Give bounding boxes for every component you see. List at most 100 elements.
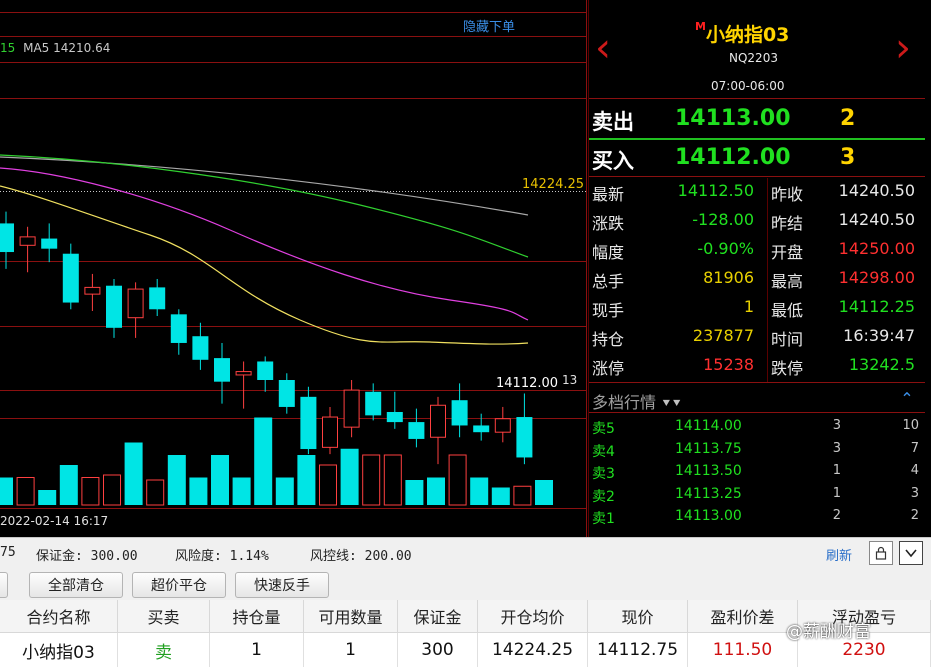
quote-stat-label: 开盘 — [771, 243, 804, 262]
table-header[interactable]: 开仓均价 — [478, 600, 588, 633]
depth-row[interactable]: 卖5 14114.00 3 10 — [589, 418, 925, 440]
risk-line-info: 风控线: 200.00 — [310, 549, 412, 564]
volume-bar — [189, 477, 208, 505]
depth-title: 多档行情 ⯆⯆ — [592, 389, 682, 413]
trading-session: 07:00-06:00 — [711, 79, 785, 93]
quote-stat-label: 现手 — [592, 301, 625, 320]
quote-stat-label: 时间 — [771, 330, 804, 349]
candle-body — [127, 288, 144, 319]
depth-price: 14113.50 — [675, 463, 742, 479]
candle-body — [170, 314, 187, 343]
volume-bar — [319, 464, 337, 506]
depth-volume: 1 — [832, 485, 841, 501]
quote-stat-value: 1 — [743, 297, 754, 316]
buy-label: 买入 — [592, 149, 634, 173]
table-cell[interactable]: 卖 — [118, 633, 210, 667]
candle-body — [84, 286, 101, 295]
table-header[interactable]: 合约名称 — [0, 600, 118, 633]
volume-bar — [16, 477, 35, 506]
quote-stat-value: 14298.00 — [838, 268, 915, 287]
volume-bar — [275, 477, 294, 505]
partial-button[interactable] — [0, 572, 8, 598]
depth-row[interactable]: 卖4 14113.75 3 7 — [589, 441, 925, 463]
quote-stat-value: 14112.25 — [838, 297, 915, 316]
refresh-link[interactable]: 刷新 — [826, 545, 852, 564]
volume-bar — [535, 480, 553, 505]
volume-bar — [427, 477, 445, 505]
table-cell[interactable]: 1 — [210, 633, 304, 667]
divider — [767, 178, 768, 382]
over-price-close-button[interactable]: 超价平仓 — [132, 572, 226, 598]
double-chevron-down-icon[interactable]: ⯆⯆ — [661, 397, 682, 412]
candle-body — [300, 396, 317, 450]
buy-qty: 3 — [840, 145, 856, 170]
price-marker-suffix: 13 — [562, 373, 578, 387]
quote-stat-label: 总手 — [592, 272, 625, 291]
quote-stat-label: 幅度 — [592, 243, 625, 262]
candle-body — [451, 400, 468, 426]
buy-price[interactable]: 14112.00 — [675, 145, 791, 170]
candle-body — [235, 371, 252, 376]
table-header[interactable]: 可用数量 — [304, 600, 398, 633]
table-header[interactable]: 保证金 — [398, 600, 478, 633]
depth-row[interactable]: 卖3 14113.50 1 4 — [589, 463, 925, 485]
table-header[interactable]: 盈利价差 — [688, 600, 798, 633]
table-cell[interactable]: 14224.25 — [478, 633, 588, 667]
table-cell[interactable]: 14112.75 — [588, 633, 688, 667]
depth-row[interactable]: 卖1 14113.00 2 2 — [589, 508, 925, 530]
table-cell[interactable]: 300 — [398, 633, 478, 667]
volume-bar — [124, 442, 143, 505]
watermark: @薪酬财富 — [786, 622, 871, 642]
candle-body — [19, 236, 36, 246]
candle-body — [343, 389, 360, 428]
quote-stat-label: 最高 — [771, 272, 804, 291]
hide-order-link[interactable]: 隐藏下单 — [463, 16, 515, 35]
chart-date-label: 2022-02-14 16:17 — [0, 514, 109, 528]
lock-icon[interactable] — [869, 541, 893, 565]
prev-contract-arrow-icon[interactable]: ‹ — [595, 28, 611, 68]
candle-body — [41, 238, 58, 249]
table-cell[interactable]: 小纳指03 — [0, 633, 118, 667]
candle-body — [0, 223, 14, 253]
ma10-line — [0, 167, 529, 321]
quote-stat-value: 13242.5 — [848, 355, 915, 374]
info-partial: 75 — [0, 545, 16, 560]
kline-chart-area[interactable]: 隐藏下单 15 MA5 14210.64 14224.25 14112.00 1… — [0, 0, 587, 537]
divider — [589, 138, 925, 140]
candle-body — [278, 380, 295, 407]
volume-bar — [103, 474, 121, 506]
contract-title: M小纳指03 — [695, 20, 789, 47]
table-header[interactable]: 买卖 — [118, 600, 210, 633]
collapse-chevron-up-icon[interactable]: ⌃ — [889, 386, 925, 410]
next-contract-arrow-icon[interactable]: › — [895, 28, 911, 68]
candle-body — [516, 417, 533, 458]
volume-bar — [146, 479, 165, 506]
volume-bar — [448, 454, 467, 506]
ma5-line — [0, 185, 529, 345]
table-header[interactable]: 现价 — [588, 600, 688, 633]
sell-price[interactable]: 14113.00 — [675, 106, 791, 131]
ma20-line — [0, 154, 529, 258]
depth-title-text: 多档行情 — [592, 393, 657, 412]
price-marker-last: 14112.00 — [496, 376, 559, 391]
volume-bar — [254, 417, 273, 505]
quick-reverse-button[interactable]: 快速反手 — [235, 572, 329, 598]
table-header[interactable]: 持仓量 — [210, 600, 304, 633]
dropdown-chevron-icon[interactable] — [899, 541, 923, 565]
quote-stat-value: 14240.50 — [838, 210, 915, 229]
depth-volume: 3 — [832, 418, 841, 433]
quote-stat-label: 跌停 — [771, 359, 804, 378]
market-mark: M — [695, 20, 706, 33]
depth-price: 14113.00 — [675, 508, 742, 524]
candle-body — [322, 416, 338, 448]
depth-volume: 1 — [832, 463, 841, 478]
sell-label: 卖出 — [592, 110, 634, 134]
depth-row[interactable]: 卖2 14113.25 1 3 — [589, 486, 925, 508]
close-all-button[interactable]: 全部清仓 — [29, 572, 123, 598]
volume-bar — [59, 465, 78, 505]
candle-body — [365, 391, 382, 416]
candle-body — [494, 418, 511, 433]
depth-total: 7 — [910, 440, 919, 456]
table-cell[interactable]: 111.50 — [688, 633, 798, 667]
table-cell[interactable]: 1 — [304, 633, 398, 667]
